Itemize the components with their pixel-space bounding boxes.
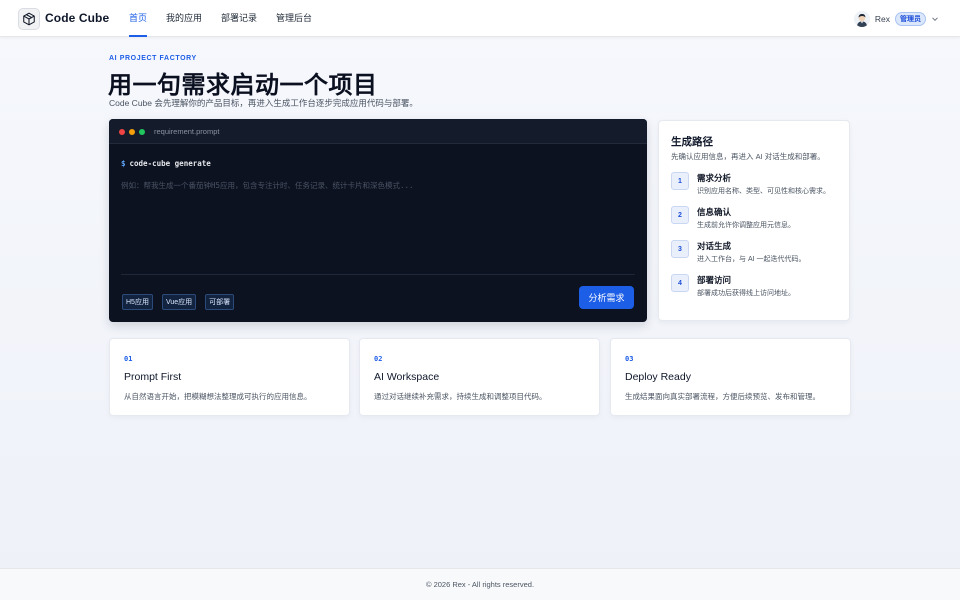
page-title: 用一句需求启动一个项目 (108, 72, 378, 99)
avatar-icon[interactable] (853, 10, 870, 27)
path-step: 4 部署访问 部署成功后获得线上访问地址。 (671, 274, 847, 304)
feature-title: AI Workspace (374, 371, 440, 383)
prompt-terminal: requirement.prompt $code-cube generate H… (109, 119, 647, 322)
path-step: 3 对话生成 进入工作台，与 AI 一起迭代代码。 (671, 240, 847, 270)
top-navbar: Code Cube 首页 我的应用 部署记录 管理后台 Rex 管理员 (0, 0, 960, 37)
generation-path-card: 生成路径 先确认应用信息，再进入 AI 对话生成和部署。 1 需求分析 识别应用… (658, 120, 850, 321)
maximize-dot-icon (139, 129, 145, 135)
close-dot-icon (119, 129, 125, 135)
tag-h5-app[interactable]: H5应用 (122, 294, 153, 310)
minimize-dot-icon (129, 129, 135, 135)
step-title: 对话生成 (697, 241, 732, 251)
nav-item-admin[interactable]: 管理后台 (276, 0, 312, 37)
page-subtitle: Code Cube 会先理解你的产品目标，再进入生成工作台逐步完成应用代码与部署… (109, 98, 418, 108)
analyze-button[interactable]: 分析需求 (579, 286, 634, 309)
feature-desc: 从自然语言开始，把模糊想法整理成可执行的应用信息。 (124, 392, 312, 401)
step-desc: 识别应用名称、类型、可见性和核心需求。 (697, 188, 830, 195)
feature-number: 03 (625, 355, 634, 363)
feature-number: 02 (374, 355, 383, 363)
step-desc: 进入工作台，与 AI 一起迭代代码。 (697, 256, 806, 263)
footer: © 2026 Rex - All rights reserved. (0, 568, 960, 600)
terminal-command: $ code-cube generate (121, 159, 211, 168)
terminal-divider (121, 274, 635, 275)
step-number: 3 (671, 240, 689, 258)
feature-desc: 生成结果面向真实部署流程，方便后续预览、发布和管理。 (625, 392, 820, 401)
command-text: code-cube generate (129, 159, 211, 168)
terminal-titlebar: requirement.prompt (109, 119, 647, 144)
tag-vue-app[interactable]: Vue应用 (161, 294, 197, 310)
path-subtitle: 先确认应用信息，再进入 AI 对话生成和部署。 (671, 152, 825, 161)
feature-title: Deploy Ready (625, 371, 691, 383)
cube-icon[interactable] (18, 8, 40, 30)
step-title: 信息确认 (697, 207, 732, 217)
hero-kicker: AI PROJECT FACTORY (109, 55, 197, 62)
feature-card-ai-workspace: 02 AI Workspace 通过对话继续补充需求，持续生成和调整项目代码。 (359, 338, 600, 416)
terminal-filename: requirement.prompt (154, 127, 220, 136)
nav-item-my-apps[interactable]: 我的应用 (166, 0, 202, 37)
feature-desc: 通过对话继续补充需求，持续生成和调整项目代码。 (374, 392, 547, 401)
chevron-down-icon[interactable] (930, 14, 940, 24)
step-title: 部署访问 (697, 275, 732, 285)
step-number: 4 (671, 274, 689, 292)
path-step: 1 需求分析 识别应用名称、类型、可见性和核心需求。 (671, 172, 847, 202)
main-nav: 首页 我的应用 部署记录 管理后台 (129, 0, 331, 37)
step-number: 1 (671, 172, 689, 190)
user-menu[interactable]: Rex 管理员 (853, 10, 940, 27)
step-title: 需求分析 (697, 173, 732, 183)
user-name: Rex (874, 13, 890, 24)
feature-card-prompt-first: 01 Prompt First 从自然语言开始，把模糊想法整理成可执行的应用信息… (109, 338, 350, 416)
feature-number: 01 (124, 355, 133, 363)
nav-item-deploy-records[interactable]: 部署记录 (221, 0, 257, 37)
feature-title: Prompt First (124, 371, 182, 383)
prompt-symbol: $ (121, 159, 126, 168)
step-desc: 生成前允许你调整应用元信息。 (697, 222, 795, 229)
role-badge: 管理员 (895, 11, 926, 26)
step-number: 2 (671, 206, 689, 224)
app-type-tags: H5应用 Vue应用 可部署 (122, 294, 243, 310)
path-title: 生成路径 (671, 136, 713, 148)
requirement-input[interactable] (121, 180, 631, 270)
feature-card-deploy-ready: 03 Deploy Ready 生成结果面向真实部署流程，方便后续预览、发布和管… (610, 338, 851, 416)
copyright-text: © 2026 Rex - All rights reserved. (425, 580, 535, 589)
nav-item-home[interactable]: 首页 (129, 0, 148, 37)
step-desc: 部署成功后获得线上访问地址。 (697, 290, 795, 297)
tag-deployable[interactable]: 可部署 (205, 294, 235, 310)
brand-name[interactable]: Code Cube (45, 11, 109, 25)
path-step: 2 信息确认 生成前允许你调整应用元信息。 (671, 206, 847, 236)
